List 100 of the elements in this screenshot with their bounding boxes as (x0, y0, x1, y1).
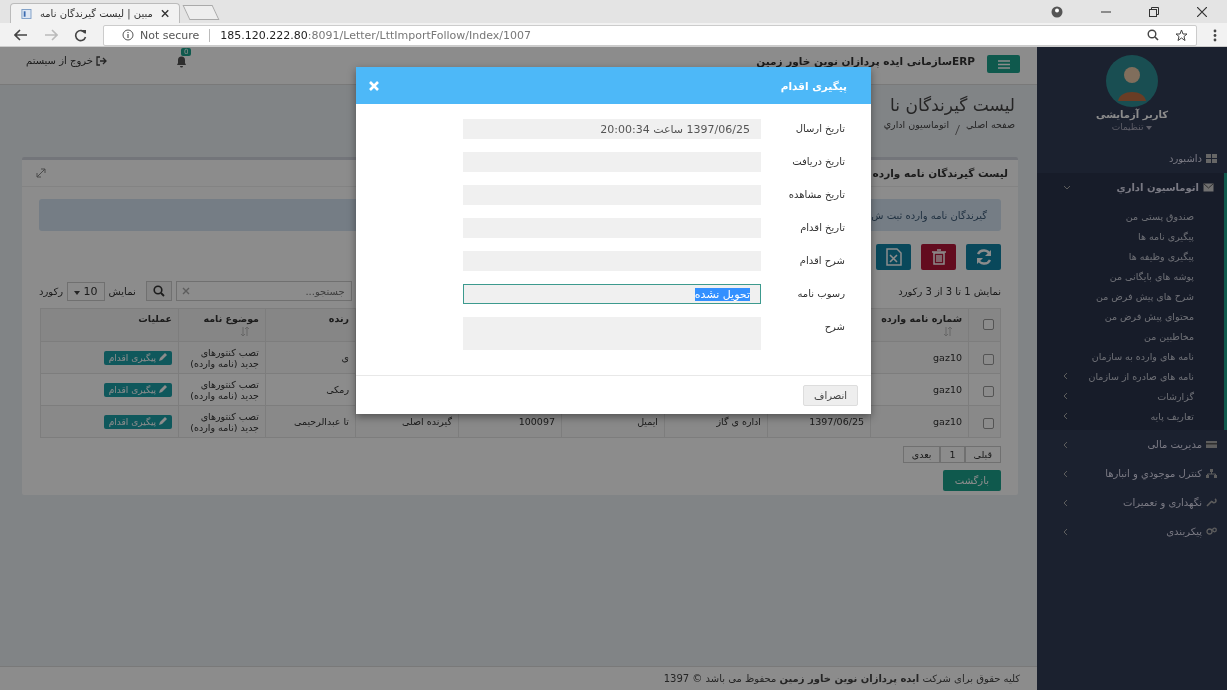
pencil-icon (159, 352, 167, 361)
forward-icon[interactable] (44, 29, 58, 41)
menu-item[interactable]: داشبورد (1037, 144, 1227, 173)
submenu-item[interactable]: محتوای پیش فرض من (1037, 306, 1224, 326)
logout-link[interactable]: خروج از سیستم (26, 55, 107, 66)
checkbox[interactable] (983, 354, 994, 365)
menu-item[interactable]: کنترل موجودي و انبارها (1037, 459, 1227, 488)
chevron-left-icon (1063, 469, 1068, 478)
table-cell: تصب کنتورهای جدید (نامه وارده) (190, 346, 259, 369)
page-icon (21, 7, 32, 20)
star-icon[interactable] (1175, 28, 1188, 42)
pagination-button[interactable]: بعدی (902, 446, 941, 463)
panel-title: لیست گیرندگان نامه وارده (872, 167, 1008, 179)
breadcrumb-separator-icon (955, 125, 961, 135)
card-icon (1206, 440, 1217, 449)
table-cell: تصب کنتورهای جدید (نامه وارده) (190, 410, 259, 433)
submenu-item[interactable]: نامه های وارده به سازمان (1037, 346, 1224, 366)
table-cell: gaz10 (933, 416, 962, 427)
search-button[interactable] (145, 281, 172, 301)
chevron-down-icon (1063, 185, 1071, 190)
cancel-button[interactable]: انصراف (803, 384, 858, 406)
menu-icon[interactable] (1213, 28, 1217, 42)
field-label: شرح اقدام (798, 254, 845, 269)
table-cell: تا عبدالرحیمی (294, 416, 349, 427)
close-icon[interactable] (1197, 6, 1207, 17)
breadcrumb-link[interactable]: اتوماسيون اداري (883, 119, 950, 141)
security-label: Not secure (140, 28, 200, 42)
menu-item[interactable]: پیکربندی (1037, 517, 1227, 546)
sort-icon[interactable] (241, 327, 249, 336)
zoom-icon[interactable] (1147, 29, 1159, 41)
page-size-select[interactable]: 10 (67, 281, 105, 301)
submenu-item[interactable]: مخاطبین من (1037, 326, 1224, 346)
follow-up-button[interactable]: پیگیری اقدام (103, 414, 172, 429)
submenu-item[interactable]: نامه های صادره از سازمان (1037, 366, 1224, 386)
submenu-item[interactable]: پوشه های بایگانی من (1037, 266, 1224, 286)
refresh-button[interactable] (966, 244, 1001, 270)
checkbox[interactable] (983, 418, 994, 429)
table-cell: 100097 (518, 416, 555, 427)
chevron-left-icon (1063, 498, 1068, 507)
tab-title: مبین | لیست گیرندگان نامه (39, 8, 153, 19)
clear-icon[interactable] (181, 287, 190, 295)
refresh-icon (974, 249, 993, 265)
back-button[interactable]: بازگشت (942, 470, 1001, 491)
submenu-item[interactable]: شرح های پیش فرض من (1037, 286, 1224, 306)
delete-button[interactable] (921, 244, 956, 270)
breadcrumb-link[interactable]: صفحه اصلي (966, 119, 1015, 141)
field-label: تاریخ دریافت (791, 155, 845, 170)
table-cell: 1397/06/25 (809, 416, 864, 427)
cogs-icon (1206, 527, 1217, 536)
column-header[interactable]: رنده (328, 313, 349, 324)
excel-export-button[interactable] (876, 244, 911, 270)
input-field[interactable]: تحویل نشده (463, 284, 761, 304)
dialog-title: پیگیری اقدام (780, 79, 847, 92)
pagination-button[interactable]: 1 (940, 446, 965, 463)
expand-icon[interactable] (36, 168, 46, 178)
submenu-item[interactable]: گزارشات (1037, 386, 1224, 406)
search-field[interactable]: جستجو... (175, 281, 352, 301)
sort-icon[interactable] (944, 327, 952, 336)
menu-item[interactable]: مدیریت مالی (1037, 430, 1227, 459)
copyright-text: کلیه حقوق برای شرکت ایده پردازان نوین خاور زمین محفوظ می باشد © 1397 (663, 673, 1020, 684)
maximize-icon[interactable] (1149, 6, 1159, 17)
page-size-label: نمایش (108, 285, 136, 297)
chevron-left-icon (1063, 527, 1068, 536)
bell-icon[interactable] (174, 55, 188, 68)
menu-toggle-button[interactable] (987, 55, 1020, 73)
chevron-left-icon (1063, 372, 1068, 380)
submenu-item[interactable]: صندوق پستی من (1037, 206, 1224, 226)
menu-icon (997, 59, 1010, 69)
submenu-item[interactable]: پیگیری وظیفه ها (1037, 246, 1224, 266)
chevron-left-icon (1063, 412, 1068, 420)
table-cell: ایمیل (637, 416, 658, 427)
pagination-button[interactable]: قبلی (964, 446, 1001, 463)
browser-tab[interactable]: مبین | لیست گیرندگان نامه (10, 3, 180, 23)
submenu-item[interactable]: تعاریف پایه (1037, 406, 1224, 426)
user-name: کاربر آزمایشی (1096, 109, 1168, 120)
address-bar[interactable]: Not secure 185.120.222.80:8091/Letter/LttImportFollow/Index/1007 (103, 24, 1197, 46)
column-header[interactable]: عملیات (138, 313, 172, 324)
new-tab-button[interactable] (182, 5, 220, 20)
submenu-item[interactable]: پیگیری نامه ها (1037, 226, 1224, 246)
checkbox[interactable] (983, 319, 994, 330)
pencil-icon (159, 416, 167, 425)
follow-up-button[interactable]: پیگیری اقدام (103, 382, 172, 397)
account-icon[interactable] (1051, 5, 1063, 18)
back-icon[interactable] (14, 29, 28, 41)
search-icon (152, 285, 165, 297)
menu-item[interactable]: نگهداری و تعمیرات (1037, 488, 1227, 517)
excel-file-icon (885, 248, 902, 266)
checkbox[interactable] (983, 386, 994, 397)
input-field[interactable]: 1397/06/25 ساعت 20:00:34 (463, 119, 761, 139)
menu-item[interactable]: اتوماسیون اداري (1037, 173, 1227, 202)
url-text: 185.120.222.80:8091/Letter/LttImportFollow/Index/1007 (220, 28, 531, 42)
table-cell: گیرنده اصلی (401, 416, 452, 427)
pencil-icon (159, 384, 167, 393)
avatar-icon (1106, 55, 1158, 107)
settings-link[interactable]: تنظیمات (1111, 122, 1153, 132)
chevron-left-icon (1063, 440, 1068, 449)
table-cell: اداره ی گاز (716, 416, 761, 427)
close-icon[interactable] (160, 9, 169, 18)
reload-icon[interactable] (74, 28, 87, 42)
follow-up-button[interactable]: پیگیری اقدام (103, 350, 172, 365)
